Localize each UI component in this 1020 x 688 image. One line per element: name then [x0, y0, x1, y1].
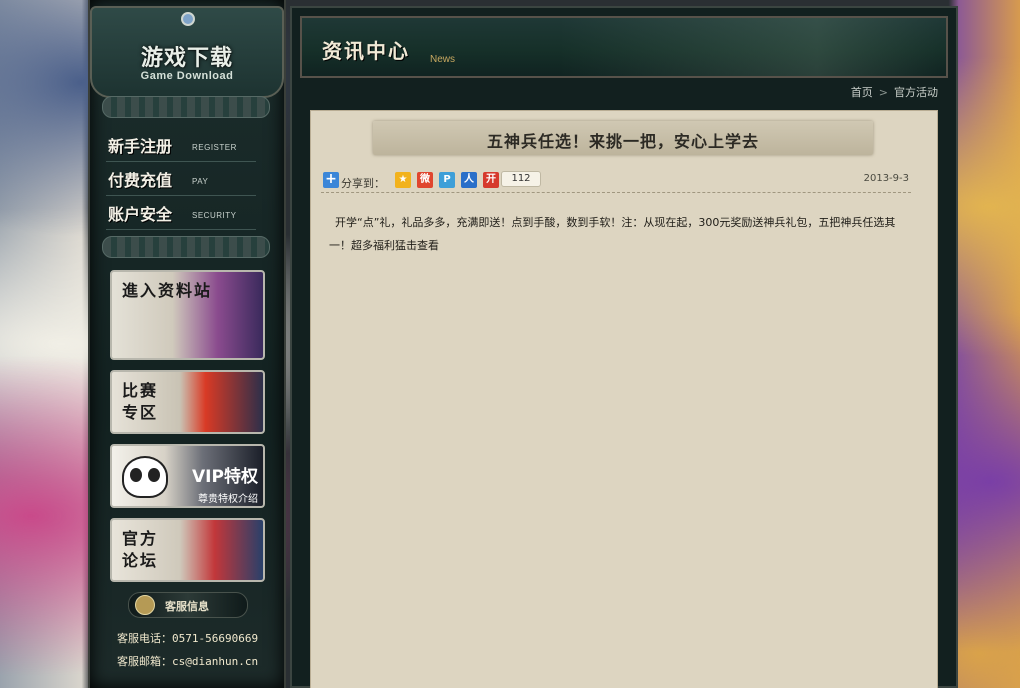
promo-label: 官方 论坛 [122, 529, 159, 570]
promo-label: 進入资料站 [122, 281, 213, 300]
promo-vip[interactable]: VIP特权 尊贵特权介绍 [110, 444, 265, 508]
sidebar: 游戏下载 Game Download 新手注册 REGISTER 付费充值 PA… [88, 0, 286, 688]
promo-label: VIP特权 [192, 467, 258, 487]
share-count[interactable]: 112 [501, 171, 541, 187]
kaixin-glyph: 开 [486, 174, 496, 185]
weibo-glyph: 微 [420, 174, 430, 185]
menu-item-sublabel: SECURITY [192, 211, 237, 220]
qzone-icon[interactable]: ★ [395, 172, 411, 188]
menu-item-sublabel: PAY [192, 177, 209, 186]
emblem-icon [181, 12, 195, 26]
game-download-title: 游戏下载 [140, 46, 233, 71]
menu-item-label: 付费充值 [108, 171, 173, 190]
menu-item-pay[interactable]: 付费充值 PAY [106, 162, 256, 196]
weibo-icon[interactable]: 微 [417, 172, 433, 188]
breadcrumb-home[interactable]: 首页 [851, 86, 873, 99]
renren-icon[interactable]: 人 [461, 172, 477, 188]
article-body: 开学“点”礼，礼品多多，充满即送！点到手酸，数到手软！注：从现在起，300元奖励… [329, 216, 896, 252]
game-download-subtitle: Game Download [140, 70, 234, 82]
breadcrumb: 首页 > 官方活动 [851, 84, 938, 100]
share-bar: + 分享到： ★ 微 P 人 开 112 2013-9-3 [321, 171, 911, 193]
share-plus-icon[interactable]: + [323, 172, 339, 188]
article-content: 五神兵任选！来挑一把，安心上学去 + 分享到： ★ 微 P 人 开 112 20… [310, 110, 938, 688]
panda-icon [122, 456, 168, 498]
share-label: 分享到： [341, 177, 385, 190]
article-title: 五神兵任选！来挑一把，安心上学去 [486, 132, 759, 151]
menu-item-register[interactable]: 新手注册 REGISTER [106, 128, 256, 162]
banner-subtitle: News [430, 54, 456, 65]
service-phone: 客服电话：0571-56690669 [117, 632, 259, 645]
main-panel: 资讯中心 News 首页 > 官方活动 五神兵任选！来挑一把，安心上学去 + 分享到… [290, 6, 958, 688]
breadcrumb-current[interactable]: 官方活动 [894, 86, 938, 99]
menu-item-label: 新手注册 [108, 137, 173, 156]
game-download-header[interactable]: 游戏下载 Game Download [90, 6, 284, 98]
renren-glyph: 人 [464, 174, 474, 185]
ornament-divider [102, 96, 270, 118]
news-banner: 资讯中心 News [300, 16, 948, 78]
promo-data-station[interactable]: 進入资料站 [110, 270, 265, 360]
banner-title: 资讯中心 [322, 39, 410, 63]
promo-label: 比赛 专区 [122, 381, 159, 422]
service-email: 客服邮箱：cs@dianhun.cn [117, 655, 259, 668]
promo-tournament[interactable]: 比赛 专区 [110, 370, 265, 434]
promo-forum[interactable]: 官方 论坛 [110, 518, 265, 582]
tencent-weibo-icon[interactable]: P [439, 172, 455, 188]
customer-service-header: 客服信息 [128, 592, 248, 618]
qzone-glyph: ★ [398, 174, 408, 185]
menu-item-security[interactable]: 账户安全 SECURITY [106, 196, 256, 230]
menu-item-label: 账户安全 [108, 205, 173, 224]
kaixin-icon[interactable]: 开 [483, 172, 499, 188]
sidebar-menu: 新手注册 REGISTER 付费充值 PAY 账户安全 SECURITY [106, 128, 256, 230]
promo-sublabel: 尊贵特权介绍 [198, 494, 258, 505]
ornament-divider [102, 236, 270, 258]
customer-service-label: 客服信息 [165, 600, 209, 613]
tencent-weibo-glyph: P [443, 174, 451, 185]
article-title-box: 五神兵任选！来挑一把，安心上学去 [373, 121, 873, 155]
chevron-right-icon: > [878, 86, 888, 99]
menu-item-sublabel: REGISTER [192, 143, 237, 152]
service-icon [135, 595, 155, 615]
article-date: 2013-9-3 [863, 173, 909, 184]
